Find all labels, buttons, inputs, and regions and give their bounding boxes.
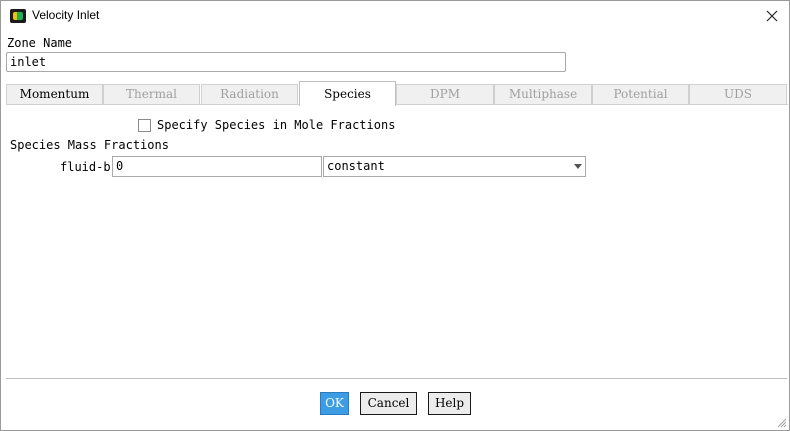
ok-button[interactable]: OK: [320, 392, 349, 415]
velocity-inlet-dialog: Velocity Inlet Zone Name inlet Momentum …: [0, 0, 790, 431]
mole-fraction-checkbox[interactable]: [138, 119, 151, 132]
fluid-b-value-input[interactable]: 0: [112, 156, 322, 177]
tab-radiation[interactable]: Radiation: [201, 84, 298, 105]
tab-species[interactable]: Species: [299, 81, 396, 106]
tab-divider: [6, 104, 788, 105]
button-divider: [6, 378, 787, 379]
mole-fraction-label[interactable]: Specify Species in Mole Fractions: [157, 118, 395, 132]
zone-name-label: Zone Name: [7, 36, 73, 50]
window-title: Velocity Inlet: [32, 8, 100, 22]
close-icon[interactable]: [763, 7, 781, 25]
cancel-button[interactable]: Cancel: [360, 392, 417, 415]
tab-multiphase[interactable]: Multiphase: [494, 84, 592, 105]
tab-momentum[interactable]: Momentum: [6, 84, 103, 105]
species-mass-fractions-title: Species Mass Fractions: [10, 138, 169, 152]
tab-uds[interactable]: UDS: [689, 84, 787, 105]
chevron-down-icon: [574, 164, 582, 169]
tab-bar: Momentum Thermal Radiation Species DPM M…: [6, 81, 788, 106]
fluid-b-label: fluid-b: [60, 160, 111, 174]
resize-grip-icon[interactable]: [775, 416, 787, 428]
help-button[interactable]: Help: [428, 392, 471, 415]
app-icon: [10, 9, 26, 23]
tab-potential[interactable]: Potential: [592, 84, 689, 105]
method-select-value: constant: [327, 159, 385, 173]
tab-dpm[interactable]: DPM: [396, 84, 494, 105]
fluid-b-method-select[interactable]: constant: [323, 156, 586, 177]
title-bar: Velocity Inlet: [1, 1, 789, 31]
zone-name-input[interactable]: inlet: [6, 52, 566, 72]
tab-thermal[interactable]: Thermal: [103, 84, 200, 105]
